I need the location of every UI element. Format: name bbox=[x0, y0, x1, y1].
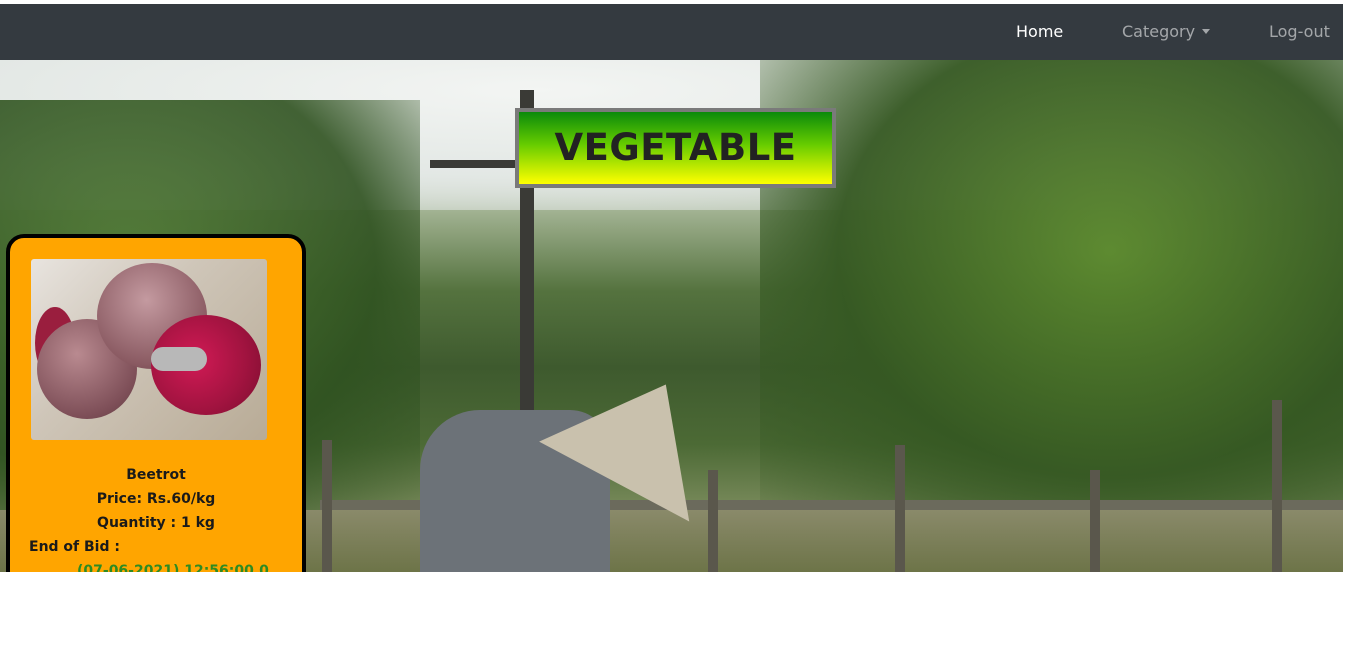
nav-home-link[interactable]: Home bbox=[1016, 4, 1063, 60]
category-title: VEGETABLE bbox=[554, 126, 797, 169]
product-card[interactable]: Beetrot Price: Rs.60/kg Quantity : 1 kg … bbox=[6, 234, 306, 602]
product-price: Price: Rs.60/kg bbox=[96, 491, 216, 507]
top-navbar: Home Category Log-out bbox=[0, 4, 1343, 60]
nav-logout-link[interactable]: Log-out bbox=[1269, 4, 1330, 60]
nav-category-dropdown[interactable]: Category bbox=[1122, 4, 1211, 60]
product-name: Beetrot bbox=[126, 467, 186, 483]
caret-down-icon bbox=[1202, 29, 1211, 34]
category-title-banner: VEGETABLE bbox=[515, 108, 836, 188]
product-quantity: Quantity : 1 kg bbox=[97, 515, 215, 531]
nav-category-label: Category bbox=[1122, 22, 1196, 41]
product-image bbox=[31, 259, 267, 440]
end-of-bid-label: End of Bid : bbox=[29, 539, 120, 555]
